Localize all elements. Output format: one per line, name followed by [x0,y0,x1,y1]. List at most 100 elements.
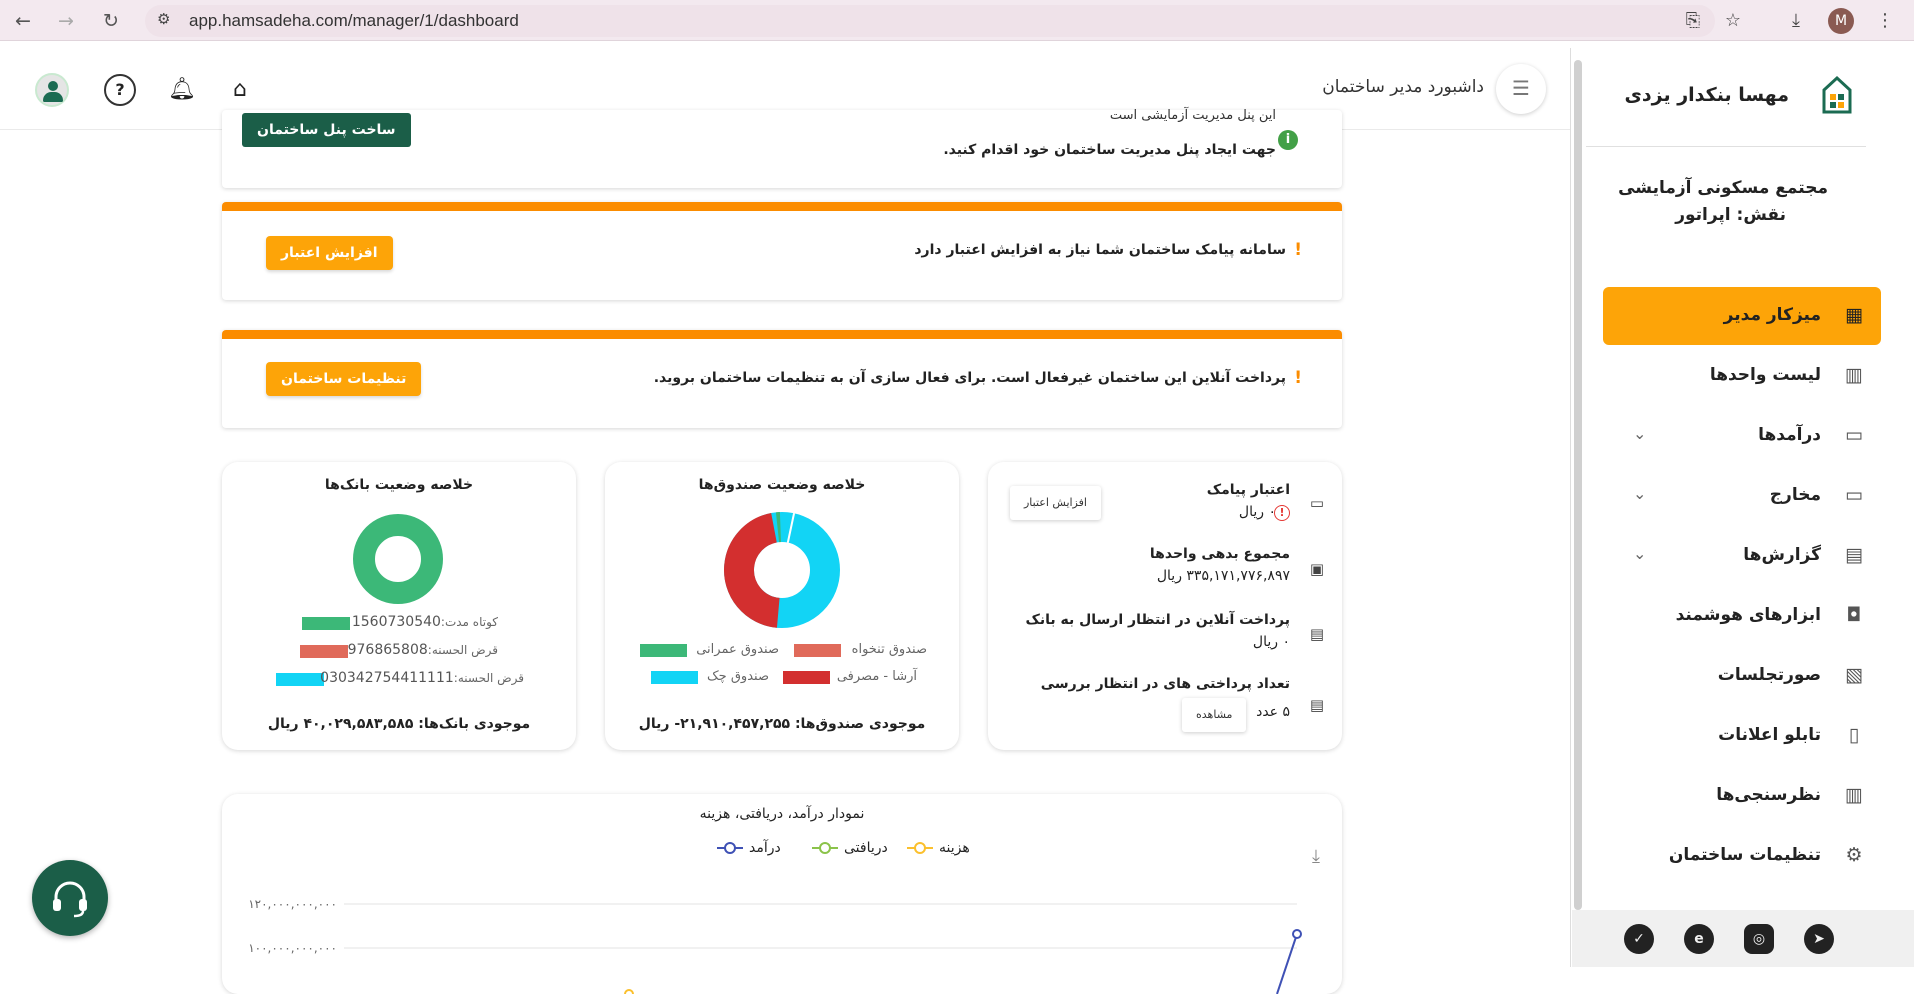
warning-icon: ! [1294,368,1302,388]
chart-title: نمودار درآمد، دریافتی، هزینه [699,806,865,822]
social-icon-1[interactable]: ✓ [1624,924,1654,954]
sidebar-item-label: درآمدها [1758,425,1821,445]
sms-icon: ▭ [1309,494,1325,512]
sidebar-item-label: تابلو اعلانات [1718,725,1821,745]
profile-avatar[interactable]: M [1828,8,1854,34]
instagram-icon[interactable]: ◎ [1744,924,1774,954]
site-settings-icon[interactable]: ⚙ [157,10,170,28]
notice-line-1: این پنل مدیریت آزمایشی است [1109,108,1276,123]
install-app-icon[interactable]: ⎘ [1680,8,1706,34]
sidebar-item-label: مخارج [1769,485,1821,505]
online-payment-label: پرداخت آنلاین در انتظار ارسال به بانک [1025,612,1291,628]
debt-value: ۳۳۵,۱۷۱,۷۷۶,۸۹۷ ریال [1156,568,1290,584]
notice-line-2: جهت ایجاد پنل مدیریت ساختمان خود اقدام ک… [943,142,1276,158]
clipboard-icon: ▤ [1845,544,1863,566]
funds-donut-chart [724,512,840,628]
notice-accent-bar [222,202,1342,211]
info-icon: i [1278,130,1298,150]
funds-summary-card: خلاصه وضعیت صندوق‌ها صندوق تنخواه صندوق … [605,462,959,750]
browser-toolbar: ← → ↻ ⚙ app.hamsadeha.com/manager/1/dash… [0,0,1914,41]
legend-swatch [783,671,830,684]
browser-menu-icon[interactable]: ⋮ [1872,8,1898,34]
bookmark-star-icon[interactable]: ☆ [1720,8,1746,34]
menu-toggle-icon[interactable]: ☰ [1496,64,1546,114]
poll-icon: ▥ [1845,784,1863,806]
legend-swatch [640,644,687,657]
forward-icon[interactable]: → [53,8,79,34]
alert-icon: ! [1274,505,1290,521]
line-chart-plot: ۱۲۰,۰۰۰,۰۰۰,۰۰۰ ۱۰۰,۰۰۰,۰۰۰,۰۰۰ [248,897,1302,994]
online-payment-value: ۰ ریال [1252,634,1290,650]
sidebar-item-label: گزارش‌ها [1743,545,1821,565]
legend-label: صندوق تنخواه [851,642,927,657]
sidebar-item[interactable]: ⇥ خروج [1603,887,1881,909]
sidebar-item-label: خروج [1775,905,1821,909]
pending-payments-label: تعداد پرداختی های در انتظار بررسی [1040,676,1290,692]
legend-swatch [276,673,324,686]
notice-accent-bar [222,330,1342,339]
address-bar[interactable]: ⚙ app.hamsadeha.com/manager/1/dashboard [145,5,1715,37]
view-pending-button[interactable]: مشاهده [1182,698,1247,732]
user-avatar-icon[interactable] [35,73,69,107]
settings-icon: ⚙ [1845,844,1863,866]
create-panel-button[interactable]: ساخت پنل ساختمان [242,113,411,147]
sidebar-item-label: تنظیمات ساختمان [1668,845,1821,865]
legend-label: آرشا - مصرفی [836,669,917,684]
online-payment-icon: ▤ [1309,625,1325,643]
help-icon[interactable]: ? [104,74,136,106]
sidebar-item-label: ابزارهای هوشمند [1675,605,1821,625]
bank-legend-item: قرض الحسنه:030342754411111 [320,670,524,686]
sidebar-item-label: لیست واحدها [1709,365,1821,385]
support-headset-button[interactable] [32,860,108,936]
series-line [1276,933,1298,994]
social-icon-2[interactable]: e [1684,924,1714,954]
sidebar-role: نقش: اپراتور [1675,205,1786,225]
chevron-down-icon[interactable]: ⌄ [1633,544,1646,563]
legend-label: صندوق عمرانی [696,642,779,657]
legend-swatch [300,645,348,658]
download-icon[interactable]: ⤓ [1783,8,1809,34]
legend-swatch [302,617,350,630]
sidebar-item[interactable]: ▥ نظرسنجی‌ها [1603,767,1881,825]
back-icon[interactable]: ← [10,8,36,34]
card-minus-icon: ▭ [1845,484,1863,506]
sidebar-item[interactable]: ◘ ابزارهای هوشمند [1603,587,1881,645]
sidebar-item[interactable]: ▯ تابلو اعلانات [1603,707,1881,765]
app-logo-icon [1822,75,1852,114]
stats-card: ▭ اعتبار پیامک ۰ ریال ! افزایش اعتبار ▣ … [988,462,1342,750]
reload-icon[interactable]: ↻ [98,8,124,34]
home-icon[interactable]: ⌂ [224,74,256,106]
funds-balance: موجودی صندوق‌ها: ۲۱,۹۱۰,۴۵۷,۲۵۵- ریال [638,716,926,732]
chevron-down-icon[interactable]: ⌄ [1633,484,1646,503]
sms-credit-notice: ! سامانه پیامک ساختمان شما نیاز به افزای… [222,202,1342,300]
chart-legend-marker [717,842,743,854]
increase-credit-button[interactable]: افزایش اعتبار [266,236,393,270]
sidebar-item-label: میزکار مدیر [1723,305,1821,325]
sidebar-item[interactable]: ▤ گزارش‌ها ⌄ [1603,527,1881,585]
debt-label: مجموع بدهی واحدها [1149,546,1290,562]
bank-legend-item: کوتاه مدت:1560730540 [351,614,498,630]
sidebar-item[interactable]: ▭ درآمدها ⌄ [1603,407,1881,465]
chevron-down-icon[interactable]: ⌄ [1633,424,1646,443]
legend-swatch [794,644,841,657]
building-icon: ▥ [1845,364,1863,386]
sidebar-item[interactable]: ▥ لیست واحدها [1603,347,1881,405]
sms-increase-credit-button[interactable]: افزایش اعتبار [1010,486,1101,520]
dashboard-icon: ▦ [1845,304,1863,326]
sidebar-item[interactable]: ⚙ تنظیمات ساختمان [1603,827,1881,885]
robot-icon: ◘ [1846,604,1862,626]
sidebar-scrollbar[interactable] [1574,60,1582,910]
sidebar-item[interactable]: ▭ مخارج ⌄ [1603,467,1881,525]
legend-swatch [651,671,698,684]
building-settings-button[interactable]: تنظیمات ساختمان [266,362,422,396]
sidebar-item-label: صورتجلسات [1717,665,1821,685]
sidebar-item[interactable]: ▦ میزکار مدیر [1603,287,1881,345]
banks-title: خلاصه وضعیت بانک‌ها [324,477,474,493]
sidebar-item[interactable]: ▧ صورتجلسات [1603,647,1881,705]
sidebar-user-name: مهسا بنکدار یزدی [1624,84,1790,106]
sidebar-divider [1586,146,1866,147]
telegram-icon[interactable]: ➤ [1804,924,1834,954]
notifications-bell-icon[interactable]: 🔔︎ [166,74,198,106]
card-plus-icon: ▭ [1845,424,1863,446]
address-url[interactable]: app.hamsadeha.com/manager/1/dashboard [189,11,519,31]
